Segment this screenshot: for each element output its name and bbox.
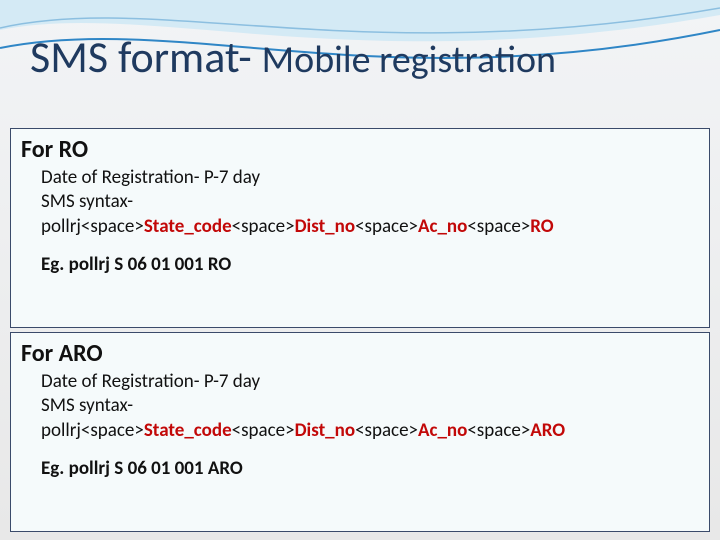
syntax-p3: Dist_no <box>295 419 355 442</box>
ro-date-line: Date of Registration- P-7 day <box>41 166 699 190</box>
syntax-p0: pollrj<space> <box>41 419 144 442</box>
syntax-p6: <space> <box>467 215 530 238</box>
aro-syntax: pollrj<space>State_code<space>Dist_no<sp… <box>41 419 699 443</box>
title-part2: Mobile registration <box>262 37 556 83</box>
syntax-p5: Ac_no <box>418 419 467 442</box>
syntax-p6: <space> <box>467 419 530 442</box>
slide-title: SMS format- Mobile registration <box>30 30 690 84</box>
aro-example: Eg. pollrj S 06 01 001 ARO <box>41 457 699 481</box>
syntax-p2: <space> <box>232 215 295 238</box>
syntax-p4: <space> <box>355 419 418 442</box>
ro-syntax: pollrj<space>State_code<space>Dist_no<sp… <box>41 215 699 239</box>
title-part1: SMS format- <box>30 30 262 84</box>
syntax-p3: Dist_no <box>295 215 355 238</box>
syntax-p1: State_code <box>144 215 232 238</box>
aro-syntax-label: SMS syntax- <box>41 394 699 418</box>
ro-box: For RO Date of Registration- P-7 day SMS… <box>10 128 710 328</box>
syntax-p4: <space> <box>355 215 418 238</box>
syntax-p0: pollrj<space> <box>41 215 144 238</box>
syntax-p2: <space> <box>232 419 295 442</box>
aro-heading: For ARO <box>21 339 699 368</box>
ro-example: Eg. pollrj S 06 01 001 RO <box>41 253 699 277</box>
syntax-p7: ARO <box>530 419 565 442</box>
ro-body: Date of Registration- P-7 day SMS syntax… <box>41 166 699 277</box>
syntax-p7: RO <box>530 215 553 238</box>
syntax-p5: Ac_no <box>418 215 467 238</box>
aro-box: For ARO Date of Registration- P-7 day SM… <box>10 332 710 532</box>
ro-syntax-label: SMS syntax- <box>41 190 699 214</box>
aro-body: Date of Registration- P-7 day SMS syntax… <box>41 370 699 481</box>
ro-heading: For RO <box>21 135 699 164</box>
syntax-p1: State_code <box>144 419 232 442</box>
aro-date-line: Date of Registration- P-7 day <box>41 370 699 394</box>
